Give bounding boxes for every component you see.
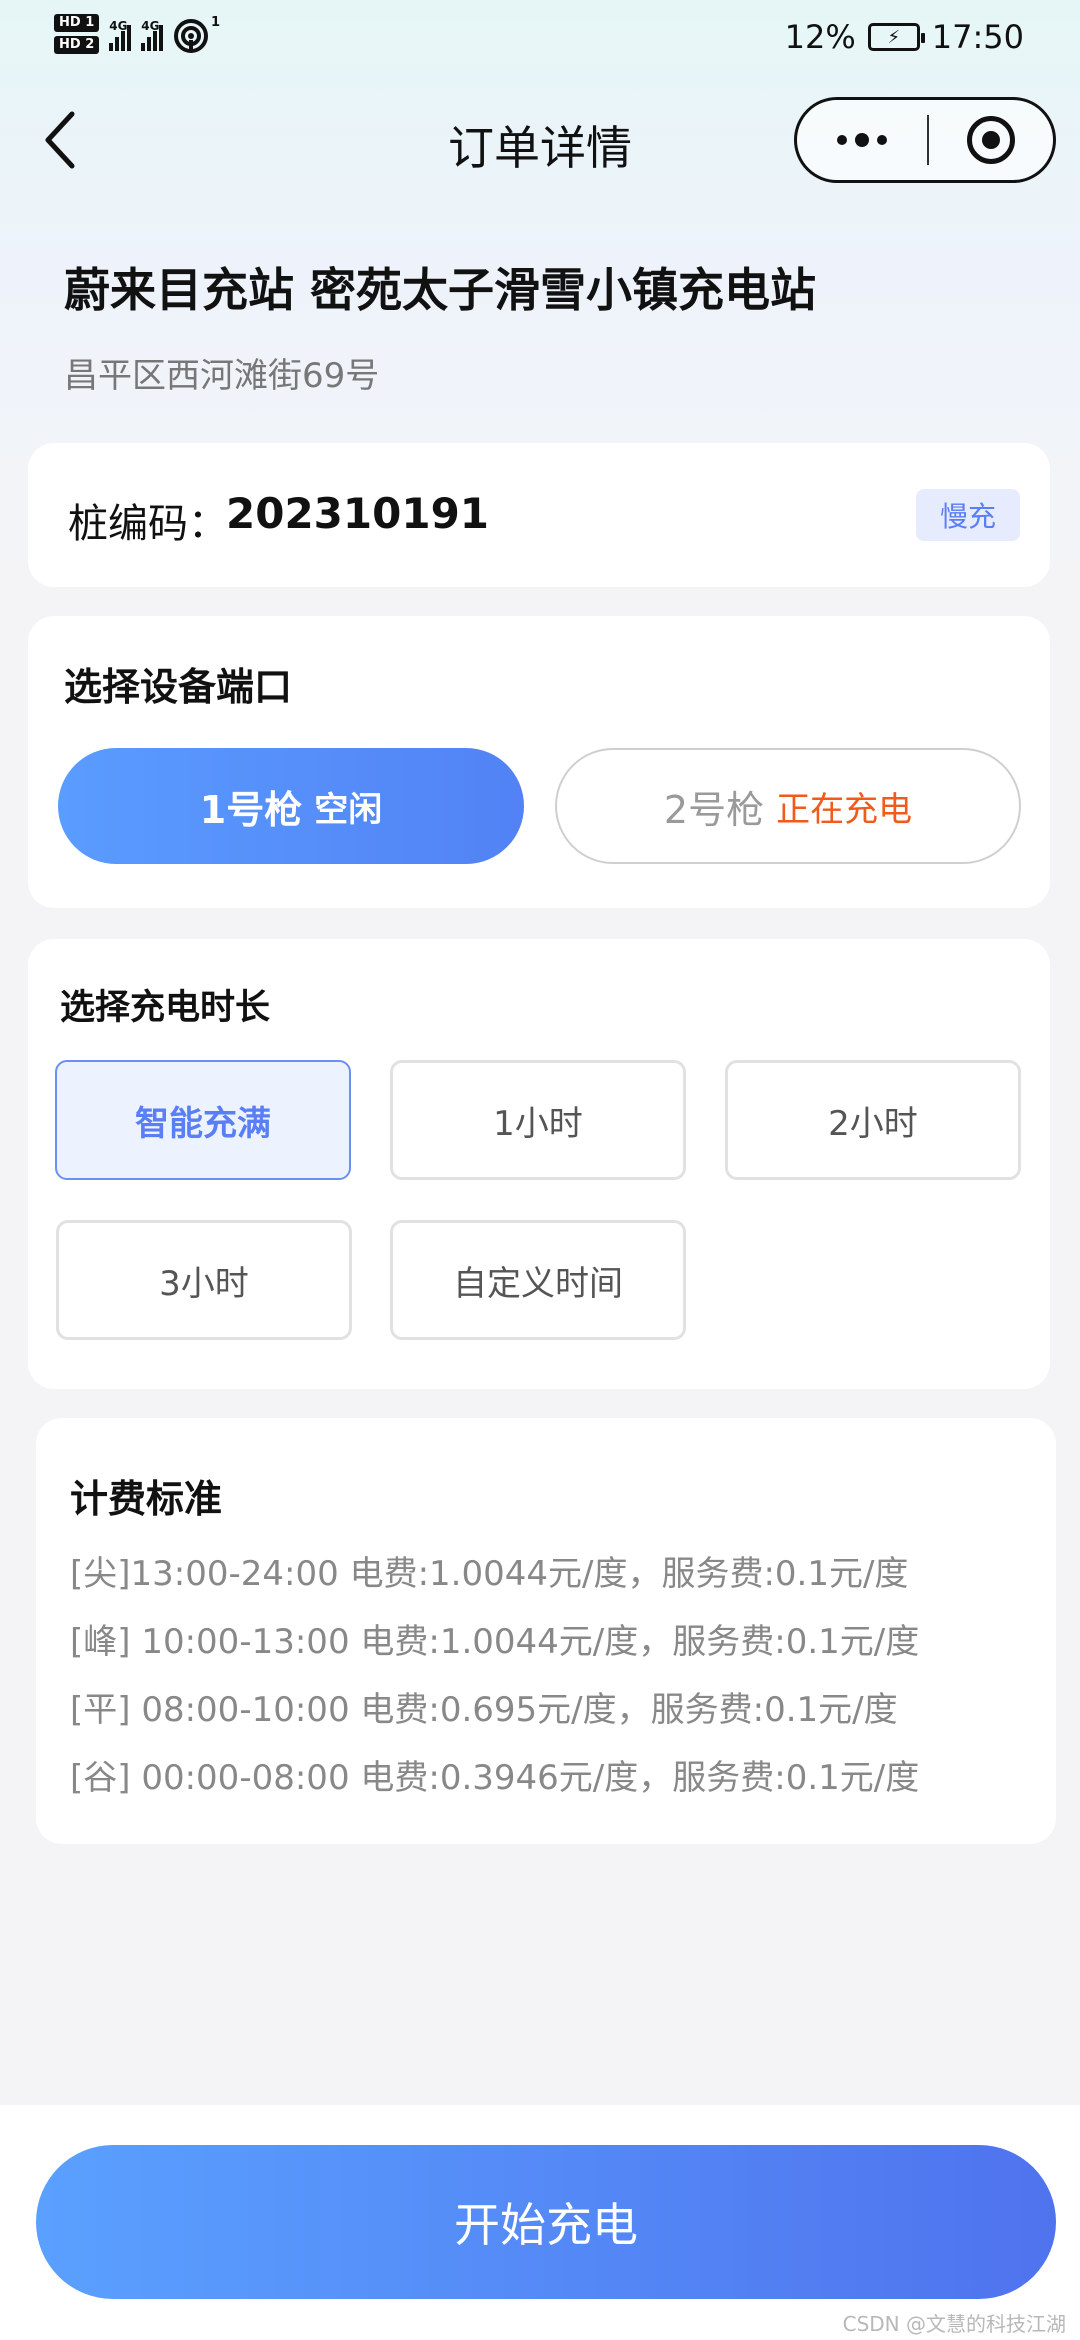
hd-indicators: HD 1 HD 2 [54,14,100,54]
start-charging-button[interactable]: 开始充电 [36,2145,1056,2299]
close-miniprogram-button[interactable] [929,100,1053,180]
hotspot-icon: 1 [174,15,220,53]
dot-icon [877,135,887,145]
battery-charging-icon: ⚡ [867,23,925,51]
port-section-title: 选择设备端口 [64,665,293,709]
fee-section-title: 计费标准 [70,1477,223,1521]
fee-line-flat: [平] 08:00-10:00 电费:0.695元/度，服务费:0.1元/度 [70,1690,898,1730]
charge-type-badge: 慢充 [916,489,1020,541]
watermark: CSDN @文慧的科技江湖 [842,2312,1066,2336]
navigation-bar: 订单详情 [0,90,1080,190]
miniprogram-capsule [794,97,1056,183]
pile-code-value: 202310191 [226,489,490,538]
status-bar: HD 1 HD 2 4G 4G 1 12% ⚡ 17:50 [0,0,1080,75]
hd1-badge: HD 1 [54,14,100,32]
duration-section-title: 选择充电时长 [60,988,271,1028]
status-right: 12% ⚡ 17:50 [785,18,1024,56]
dot-icon [855,133,869,147]
fee-line-valley: [谷] 00:00-08:00 电费:0.3946元/度，服务费:0.1元/度 [70,1758,920,1798]
port-name: 2号枪 [663,787,765,832]
fee-standard-card: 计费标准 [尖]13:00-24:00 电费:1.0044元/度，服务费:0.1… [36,1418,1056,1844]
status-left: HD 1 HD 2 4G 4G 1 [54,14,221,54]
station-name: 蔚来目充站 密苑太子滑雪小镇充电站 [64,263,817,317]
hotspot-count: 1 [211,15,220,30]
more-menu-button[interactable] [797,100,927,180]
pile-code-label: 桩编码： [68,501,228,547]
duration-selection-card: 选择充电时长 智能充满 1小时 2小时 3小时 自定义时间 [28,939,1050,1389]
dot-icon [837,135,847,145]
signal-2-icon: 4G [141,17,164,51]
port-status-charging: 正在充电 [776,789,913,830]
duration-option-2h[interactable]: 2小时 [725,1060,1021,1180]
duration-option-custom[interactable]: 自定义时间 [390,1220,686,1340]
port-name: 1号枪 [199,787,303,832]
duration-option-smart-full[interactable]: 智能充满 [55,1060,351,1180]
fee-line-peak-top: [尖]13:00-24:00 电费:1.0044元/度，服务费:0.1元/度 [70,1554,909,1594]
clock: 17:50 [931,18,1024,56]
net1-label: 4G [109,19,128,33]
duration-option-3h[interactable]: 3小时 [56,1220,352,1340]
bottom-action-bar: 开始充电 [0,2105,1080,2340]
port-status: 空闲 [314,789,383,830]
hd2-badge: HD 2 [54,36,100,54]
pile-code-card: 桩编码： 202310191 慢充 [28,443,1050,587]
port-1-button[interactable]: 1号枪 空闲 [58,748,524,864]
duration-option-1h[interactable]: 1小时 [390,1060,686,1180]
signal-1-icon: 4G [109,17,132,51]
port-selection-card: 选择设备端口 1号枪 空闲 2号枪 正在充电 [28,616,1050,908]
fee-line-peak: [峰] 10:00-13:00 电费:1.0044元/度，服务费:0.1元/度 [70,1622,920,1662]
battery-percent: 12% [784,18,856,56]
port-2-button[interactable]: 2号枪 正在充电 [555,748,1021,864]
target-icon [967,116,1015,164]
net2-label: 4G [141,19,160,33]
station-address: 昌平区西河滩街69号 [64,356,380,396]
